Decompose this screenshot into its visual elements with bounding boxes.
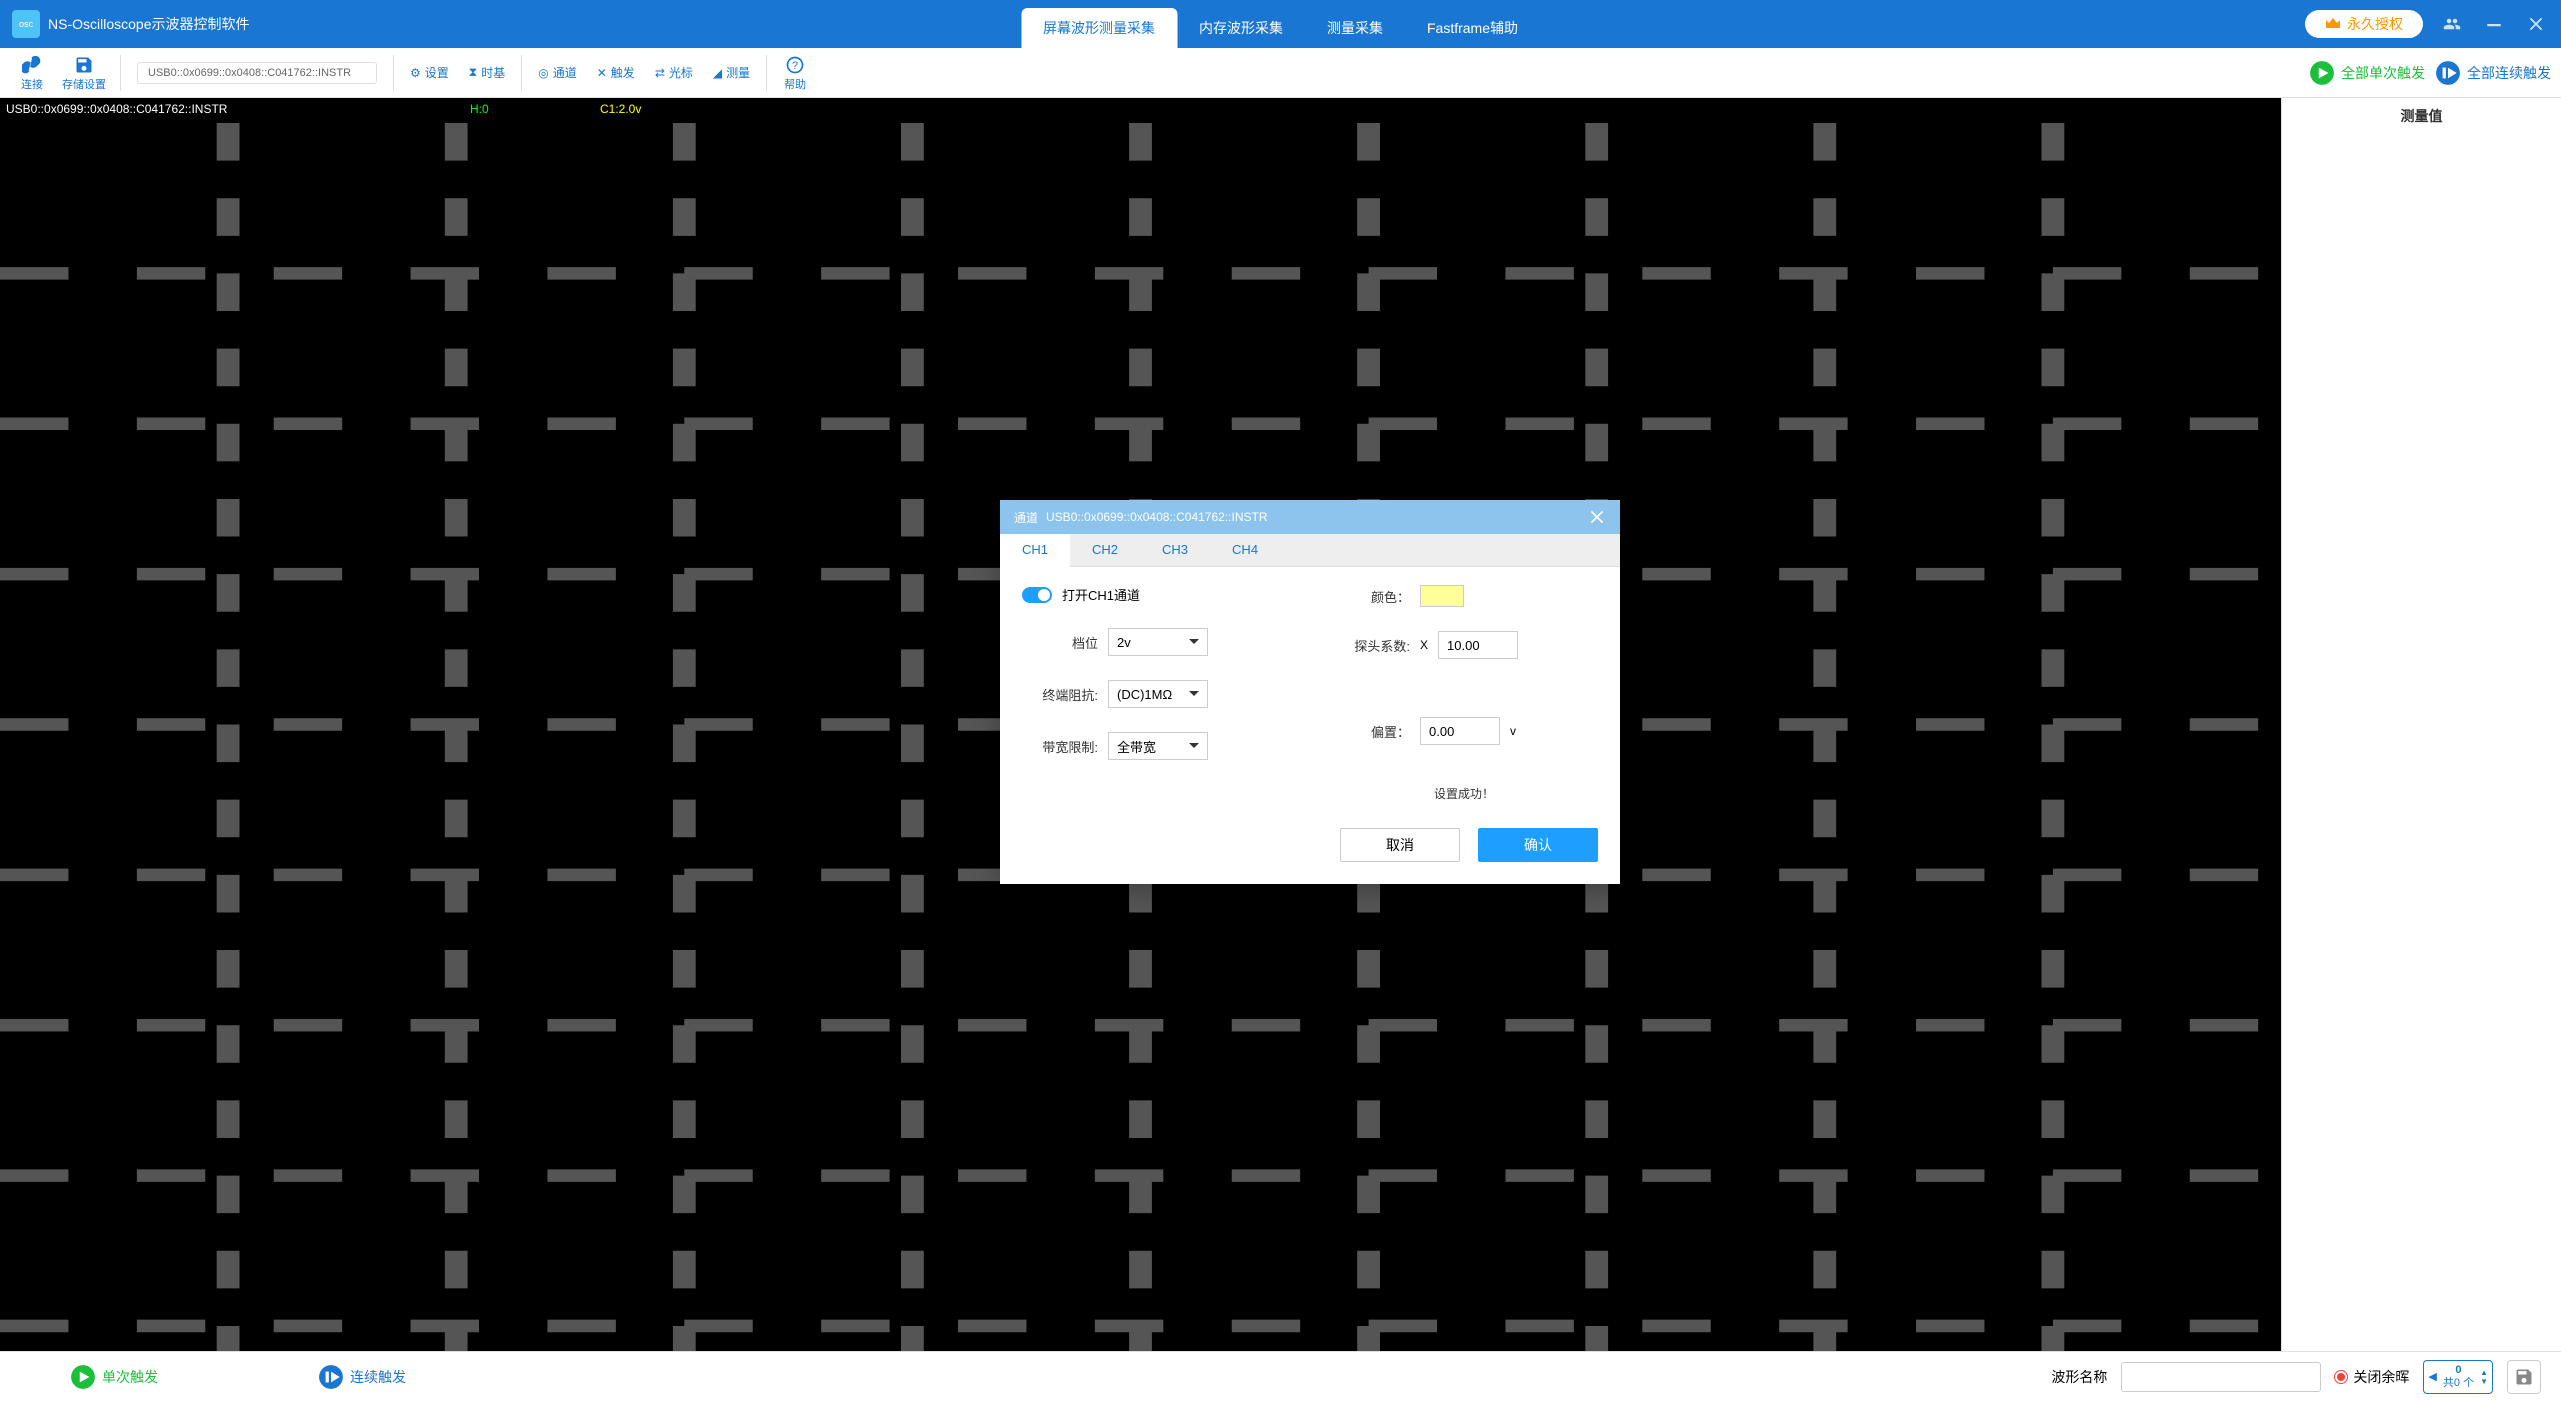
titlebar: osc NS-Oscilloscope示波器控制软件 屏幕波形测量采集 内存波形… [0, 0, 2561, 48]
channel-icon: ◎ [538, 66, 548, 80]
footer: 单次触发 连续触发 波形名称 关闭余晖 ◀ 0 共0 个 ▲ ▼ [0, 1351, 2561, 1401]
license-badge[interactable]: 永久授权 [2305, 10, 2423, 38]
titlebar-right: 永久授权 [2305, 10, 2549, 38]
record-dot-icon [2335, 1371, 2347, 1383]
probe-label: 探头系数: [1330, 636, 1410, 655]
caret-down-icon [1189, 639, 1199, 649]
close-button[interactable] [2523, 11, 2549, 37]
channel-dialog: 通道 USB0::0x0699::0x0408::C041762::INSTR … [1000, 500, 1620, 884]
dialog-close-button[interactable] [1588, 508, 1606, 526]
continuous-trigger-button[interactable]: 连续触发 [318, 1364, 406, 1390]
settings-button[interactable]: ⚙设置 [400, 60, 459, 85]
toolbar: 连接 存储设置 USB0::0x0699::0x0408::C041762::I… [0, 48, 2561, 98]
cancel-button[interactable]: 取消 [1340, 828, 1460, 862]
chevron-left-icon[interactable]: ◀ [2428, 1370, 2436, 1383]
channel-button[interactable]: ◎通道 [528, 60, 587, 85]
app-title: NS-Oscilloscope示波器控制软件 [48, 14, 249, 34]
measurement-panel: 测量值 [2281, 98, 2561, 1351]
waveform-name-label: 波形名称 [2051, 1367, 2107, 1387]
dialog-titlebar[interactable]: 通道 USB0::0x0699::0x0408::C041762::INSTR [1000, 500, 1620, 534]
storage-button[interactable]: 存储设置 [54, 52, 114, 94]
app-icon: osc [12, 10, 40, 38]
play-icon [2309, 60, 2335, 86]
timebase-button[interactable]: ⧗时基 [459, 60, 515, 85]
gear-select[interactable]: 2v [1108, 628, 1208, 656]
color-picker[interactable] [1420, 585, 1464, 607]
channel-enable-label: 打开CH1通道 [1062, 585, 1140, 604]
bandwidth-select[interactable]: 全带宽 [1108, 732, 1208, 760]
dialog-title-addr: USB0::0x0699::0x0408::C041762::INSTR [1046, 510, 1267, 524]
cursor-button[interactable]: ⇄光标 [645, 60, 703, 85]
chevron-up-icon[interactable]: ▲ [2480, 1368, 2488, 1377]
dialog-tab-ch1[interactable]: CH1 [1000, 534, 1070, 567]
device-address-display: USB0::0x0699::0x0408::C041762::INSTR [137, 62, 377, 84]
tab-screen-waveform[interactable]: 屏幕波形测量采集 [1021, 8, 1177, 48]
minimize-button[interactable] [2481, 11, 2507, 37]
help-icon: ? [785, 54, 805, 76]
chevron-down-icon[interactable]: ▼ [2480, 1377, 2488, 1386]
impedance-select[interactable]: (DC)1MΩ [1108, 680, 1208, 708]
play-pause-icon [318, 1364, 344, 1390]
waveform-name-input[interactable] [2121, 1362, 2321, 1392]
gear-icon: ⚙ [410, 66, 421, 80]
single-trigger-button[interactable]: 单次触发 [70, 1364, 158, 1390]
dialog-tab-ch2[interactable]: CH2 [1070, 534, 1140, 566]
save-icon [74, 54, 94, 76]
cursor-icon: ⇄ [655, 66, 665, 80]
tab-measure-acquire[interactable]: 测量采集 [1305, 8, 1405, 48]
users-icon[interactable] [2439, 11, 2465, 37]
measurement-panel-title: 测量值 [2290, 106, 2553, 126]
offset-unit: v [1510, 724, 1516, 738]
probe-factor-input[interactable] [1438, 631, 1518, 659]
impedance-label: 终端阻抗: [1022, 685, 1098, 704]
timebase-icon: ⧗ [469, 65, 477, 80]
all-single-trigger-button[interactable]: 全部单次触发 [2309, 60, 2425, 86]
dialog-tab-ch3[interactable]: CH3 [1140, 534, 1210, 566]
svg-text:?: ? [792, 60, 798, 72]
play-icon [70, 1364, 96, 1390]
save-disk-button[interactable] [2507, 1360, 2541, 1394]
caret-down-icon [1189, 743, 1199, 753]
dialog-status-text: 设置成功！ [1330, 785, 1598, 802]
play-pause-icon [2435, 60, 2461, 86]
link-icon [22, 54, 42, 76]
top-tabs: 屏幕波形测量采集 内存波形采集 测量采集 Fastframe辅助 [1021, 0, 1540, 48]
ruler-icon: ◢ [713, 66, 722, 80]
dialog-tabs: CH1 CH2 CH3 CH4 [1000, 534, 1620, 567]
measure-button[interactable]: ◢测量 [703, 60, 760, 85]
afterglow-toggle[interactable]: 关闭余晖 [2335, 1367, 2409, 1387]
offset-label: 偏置： [1330, 722, 1410, 741]
connect-button[interactable]: 连接 [10, 52, 54, 94]
all-continuous-trigger-button[interactable]: 全部连续触发 [2435, 60, 2551, 86]
trigger-button[interactable]: ✕触发 [587, 60, 645, 85]
caret-down-icon [1189, 691, 1199, 701]
disk-icon [2514, 1367, 2534, 1387]
channel-enable-toggle[interactable] [1022, 587, 1052, 603]
dialog-tab-ch4[interactable]: CH4 [1210, 534, 1280, 566]
help-button[interactable]: ? 帮助 [773, 52, 817, 94]
bandwidth-label: 带宽限制: [1022, 737, 1098, 756]
ok-button[interactable]: 确认 [1478, 828, 1598, 862]
gear-label: 档位 [1022, 633, 1098, 652]
tab-fastframe[interactable]: Fastframe辅助 [1405, 8, 1540, 48]
tab-memory-waveform[interactable]: 内存波形采集 [1177, 8, 1305, 48]
crown-icon [2325, 17, 2341, 31]
dialog-title-prefix: 通道 [1014, 509, 1038, 526]
license-text: 永久授权 [2347, 14, 2403, 34]
probe-prefix: X [1420, 638, 1428, 652]
color-label: 颜色： [1330, 587, 1410, 606]
frame-counter[interactable]: ◀ 0 共0 个 ▲ ▼ [2423, 1360, 2493, 1394]
trigger-icon: ✕ [597, 66, 607, 80]
offset-input[interactable] [1420, 717, 1500, 745]
